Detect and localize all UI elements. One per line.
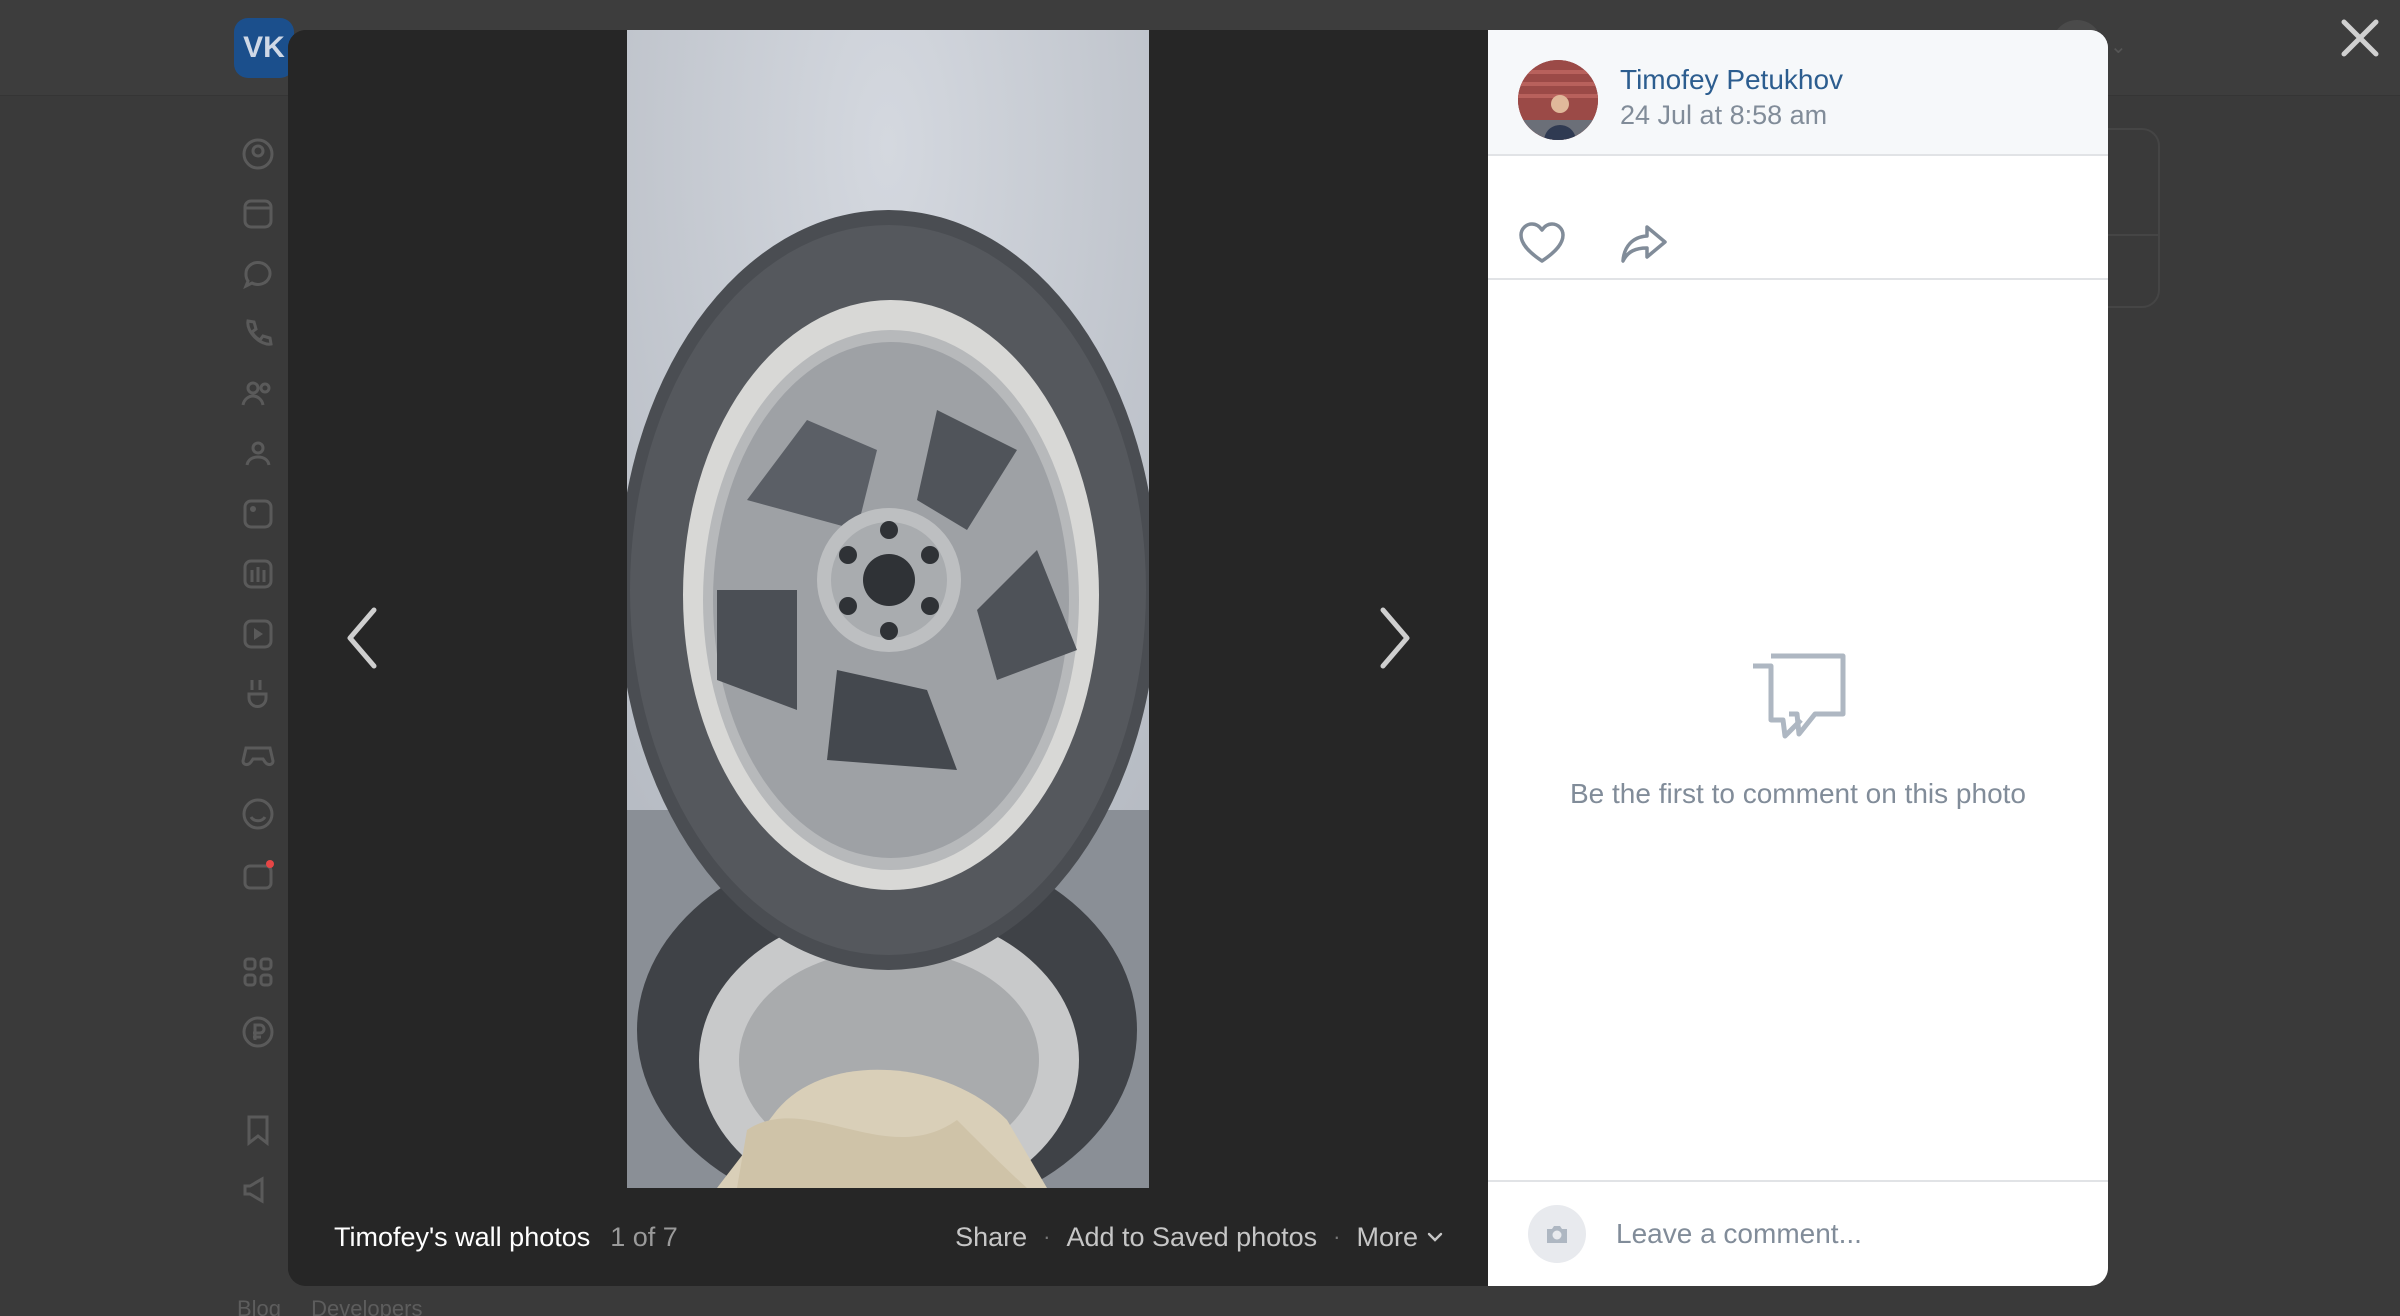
separator-dot: · xyxy=(1043,1224,1051,1249)
author-name-link[interactable]: Timofey Petukhov xyxy=(1620,64,1843,96)
empty-comments-text: Be the first to comment on this photo xyxy=(1569,778,2026,809)
photo-actions: Share · Add to Saved photos · More xyxy=(955,1188,1444,1286)
close-viewer-button[interactable] xyxy=(2336,14,2384,62)
messages-icon xyxy=(240,256,276,292)
more-label: More xyxy=(1356,1221,1418,1252)
comments-empty-icon xyxy=(1753,653,1846,739)
like-button[interactable] xyxy=(1516,218,1568,270)
comment-input[interactable] xyxy=(1616,1218,2056,1250)
share-link[interactable]: Share xyxy=(955,1222,1027,1253)
previous-photo-button[interactable] xyxy=(332,578,392,698)
footer-link-blog: Blog xyxy=(237,1296,282,1316)
chevron-right-icon xyxy=(1380,607,1410,669)
next-photo-button[interactable] xyxy=(1365,578,1425,698)
separator-dot: · xyxy=(1333,1224,1341,1249)
more-menu-button[interactable]: More xyxy=(1356,1222,1444,1253)
author-avatar[interactable] xyxy=(1518,60,1598,140)
vk-logo: VK xyxy=(234,18,294,78)
share-arrow-icon xyxy=(1621,225,1667,263)
ads-icon xyxy=(240,1172,276,1208)
photos-icon xyxy=(240,496,276,532)
viewer-footer: Timofey's wall photos 1 of 7 Share · Add… xyxy=(288,1188,1488,1286)
chevron-down-icon xyxy=(1427,1232,1443,1242)
post-header: Timofey Petukhov 24 Jul at 8:58 am xyxy=(1488,30,2108,156)
photo-viewer-modal: Timofey's wall photos 1 of 7 Share · Add… xyxy=(288,30,2108,1286)
close-icon xyxy=(2341,19,2379,57)
attach-photo-button[interactable] xyxy=(1528,1205,1586,1263)
friends-icon xyxy=(240,376,276,412)
stickers-icon xyxy=(240,796,276,832)
apps-icon xyxy=(240,954,276,990)
profile-icon xyxy=(240,136,276,172)
photo[interactable] xyxy=(627,30,1149,1188)
gifts-icon xyxy=(240,856,276,892)
photo-image xyxy=(627,30,1149,1188)
background-footer: Blog Developers xyxy=(237,1296,446,1316)
empty-comments-placeholder: Be the first to comment on this photo xyxy=(1488,640,2108,810)
album-title-link[interactable]: Timofey's wall photos xyxy=(334,1222,590,1253)
news-icon xyxy=(240,196,276,232)
footer-link-developers: Developers xyxy=(311,1296,423,1316)
photo-viewer: Timofey's wall photos 1 of 7 Share · Add… xyxy=(288,30,1488,1286)
video-icon xyxy=(240,616,276,652)
communities-icon xyxy=(240,436,276,472)
chevron-left-icon xyxy=(347,607,377,669)
photo-side-panel: Timofey Petukhov 24 Jul at 8:58 am Be th… xyxy=(1488,30,2108,1286)
post-date[interactable]: 24 Jul at 8:58 am xyxy=(1620,100,1827,131)
share-button[interactable] xyxy=(1618,218,1670,270)
chevron-down-icon: ⌄ xyxy=(2110,36,2127,58)
heart-icon xyxy=(1519,222,1565,263)
photo-counter: 1 of 7 xyxy=(610,1221,678,1252)
calls-icon xyxy=(240,316,276,352)
games-icon xyxy=(240,736,276,772)
bookmarks-icon xyxy=(240,1112,276,1148)
camera-icon xyxy=(1547,1226,1567,1243)
clips-icon xyxy=(240,676,276,712)
comment-bar xyxy=(1488,1180,2108,1286)
payments-icon xyxy=(240,1014,276,1050)
add-to-saved-link[interactable]: Add to Saved photos xyxy=(1066,1222,1317,1253)
reactions-bar xyxy=(1488,156,2108,280)
avatar-image xyxy=(1518,60,1598,140)
music-icon xyxy=(240,556,276,592)
